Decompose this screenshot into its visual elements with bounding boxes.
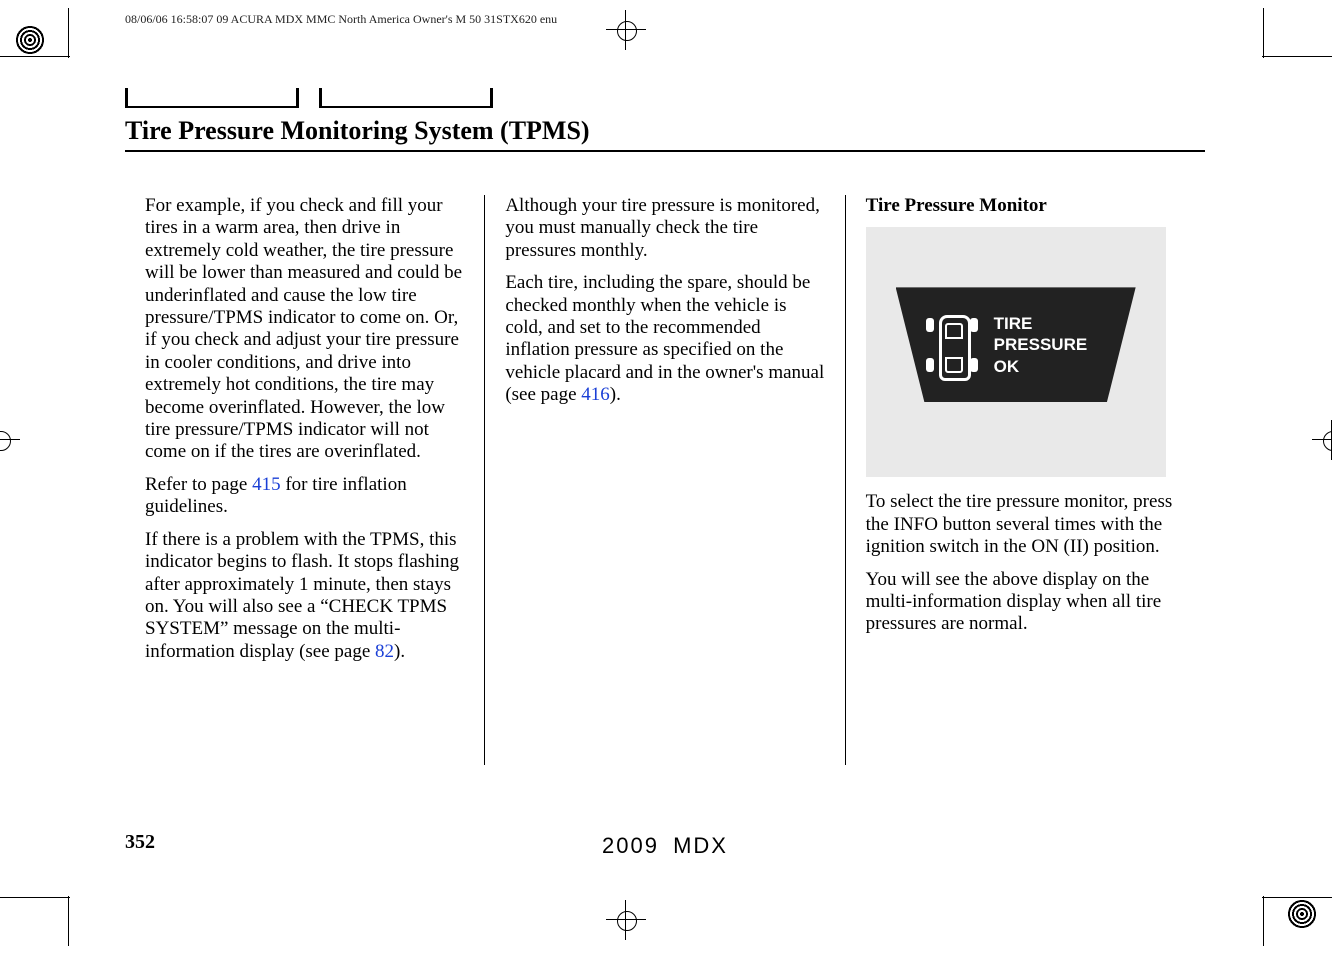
mid-display-graphic: TIRE PRESSURE OK xyxy=(866,227,1166,477)
title-rule xyxy=(125,150,1205,152)
crosshair-icon xyxy=(0,426,14,454)
crop-mark xyxy=(68,896,69,946)
subheading: Tire Pressure Monitor xyxy=(866,195,1185,217)
text: Each tire, including the spare, should b… xyxy=(505,272,824,405)
mid-display-panel: TIRE PRESSURE OK xyxy=(896,287,1136,402)
crop-mark xyxy=(1262,56,1332,57)
text: If there is a problem with the TPMS, thi… xyxy=(145,529,459,662)
crop-mark xyxy=(1263,8,1264,58)
registration-mark-icon xyxy=(1284,896,1320,932)
page-reference-link[interactable]: 415 xyxy=(252,474,281,495)
content-columns: For example, if you check and fill your … xyxy=(125,195,1205,765)
body-paragraph: For example, if you check and fill your … xyxy=(145,195,464,464)
crop-mark xyxy=(0,897,70,898)
text: ). xyxy=(610,384,621,405)
body-paragraph: You will see the above display on the mu… xyxy=(866,569,1185,636)
body-paragraph: To select the tire pressure monitor, pre… xyxy=(866,491,1185,558)
text: ). xyxy=(394,641,405,662)
body-paragraph: Each tire, including the spare, should b… xyxy=(505,272,824,406)
section-title: Tire Pressure Monitoring System (TPMS) xyxy=(125,116,1205,146)
crop-mark xyxy=(0,56,70,57)
body-paragraph: Although your tire pressure is monitored… xyxy=(505,195,824,262)
page-body: 08/06/06 16:58:07 09 ACURA MDX MMC North… xyxy=(105,0,1225,954)
crop-mark xyxy=(1262,897,1332,898)
section-header: Tire Pressure Monitoring System (TPMS) xyxy=(125,88,1205,152)
build-meta-line: 08/06/06 16:58:07 09 ACURA MDX MMC North… xyxy=(125,12,557,27)
page-reference-link[interactable]: 416 xyxy=(581,384,610,405)
column-1: For example, if you check and fill your … xyxy=(125,195,484,765)
header-bracket-boxes xyxy=(125,88,1205,110)
car-top-view-icon xyxy=(926,310,978,380)
registration-mark-icon xyxy=(12,22,48,58)
body-paragraph: If there is a problem with the TPMS, thi… xyxy=(145,529,464,663)
page-reference-link[interactable]: 82 xyxy=(375,641,394,662)
crop-mark xyxy=(68,8,69,58)
footer-model-year: 2009 MDX xyxy=(105,833,1225,859)
text: Refer to page xyxy=(145,474,252,495)
body-paragraph: Refer to page 415 for tire inflation gui… xyxy=(145,474,464,519)
crop-mark xyxy=(1263,896,1264,946)
crosshair-icon xyxy=(1318,426,1332,454)
display-text: TIRE PRESSURE OK xyxy=(994,313,1088,377)
column-2: Although your tire pressure is monitored… xyxy=(484,195,844,765)
column-3: Tire Pressure Monitor TIRE PRESSURE OK T… xyxy=(845,195,1205,765)
